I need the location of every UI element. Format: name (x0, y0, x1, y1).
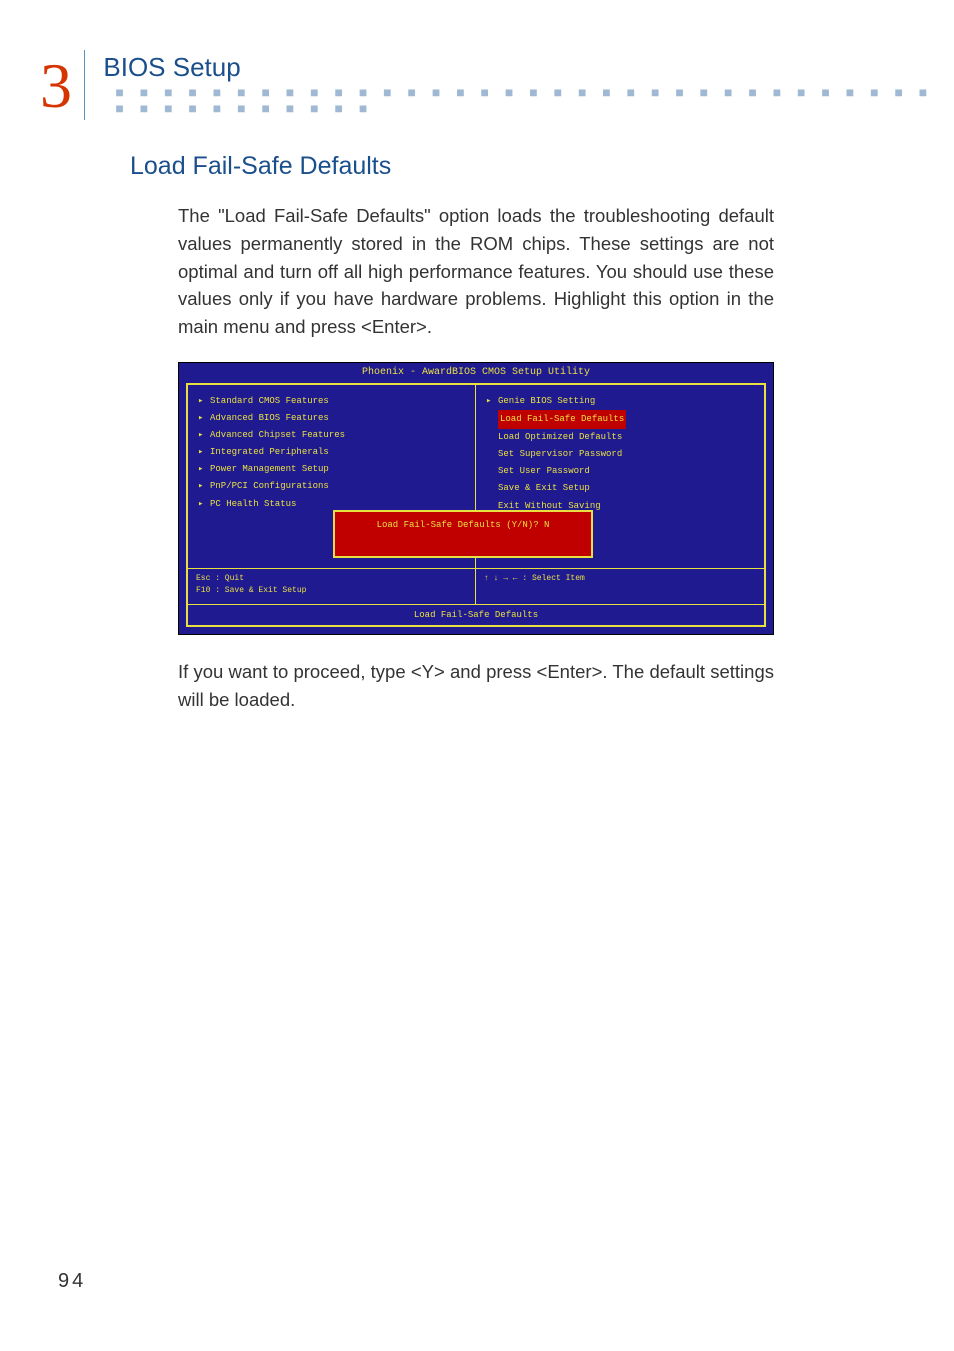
menu-item-label: PC Health Status (210, 499, 296, 509)
menu-item: ▸PnP/PCI Configurations (198, 478, 465, 495)
paragraph-intro: The "Load Fail-Safe Defaults" option loa… (178, 202, 774, 341)
arrow-icon: ▸ (198, 496, 210, 513)
chapter-divider (84, 50, 85, 120)
menu-item-label: Advanced BIOS Features (210, 413, 329, 423)
menu-item-label: PnP/PCI Configurations (210, 481, 329, 491)
nav-right: ↑ ↓ → ← : Select Item (476, 569, 764, 604)
bios-inner-frame: ▸Standard CMOS Features ▸Advanced BIOS F… (186, 383, 766, 627)
menu-item-highlighted: Load Fail-Safe Defaults (486, 410, 754, 429)
menu-item: ▸Genie BIOS Setting (486, 393, 754, 410)
menu-item-label: Power Management Setup (210, 464, 329, 474)
bios-screenshot: Phoenix - AwardBIOS CMOS Setup Utility ▸… (178, 362, 774, 635)
arrow-icon: ▸ (198, 393, 210, 410)
menu-item-label: Integrated Peripherals (210, 447, 329, 457)
bios-menu-area: ▸Standard CMOS Features ▸Advanced BIOS F… (188, 385, 764, 568)
arrow-icon: ▸ (198, 410, 210, 427)
menu-item: Save & Exit Setup (486, 480, 754, 497)
paragraph-outro: If you want to proceed, type <Y> and pre… (178, 658, 774, 714)
bios-title-bar: Phoenix - AwardBIOS CMOS Setup Utility (179, 363, 773, 383)
nav-text: F10 : Save & Exit Setup (196, 585, 467, 597)
menu-item: ▸Power Management Setup (198, 461, 465, 478)
menu-item-label: Advanced Chipset Features (210, 430, 345, 440)
menu-item-label: Standard CMOS Features (210, 396, 329, 406)
chapter-number: 3 (40, 54, 84, 122)
menu-item: ▸Advanced BIOS Features (198, 410, 465, 427)
menu-item: ▸Advanced Chipset Features (198, 427, 465, 444)
confirm-dialog: Load Fail-Safe Defaults (Y/N)? N (333, 510, 593, 558)
menu-item-label: Genie BIOS Setting (498, 396, 595, 406)
section-title: Load Fail-Safe Defaults (130, 152, 391, 181)
arrow-icon: ▸ (198, 444, 210, 461)
menu-item-label: Load Fail-Safe Defaults (498, 410, 626, 429)
menu-item-label: Set Supervisor Password (498, 449, 622, 459)
bios-nav-bar: Esc : Quit F10 : Save & Exit Setup ↑ ↓ →… (188, 568, 764, 604)
menu-item-label: Load Optimized Defaults (498, 432, 622, 442)
menu-item: ▸Standard CMOS Features (198, 393, 465, 410)
arrow-icon: ▸ (198, 427, 210, 444)
chapter-title-text: BIOS Setup (103, 52, 240, 82)
arrow-icon: ▸ (198, 478, 210, 495)
chapter-header: 3 BIOS Setup ■ ■ ■ ■ ■ ■ ■ ■ ■ ■ ■ ■ ■ ■… (40, 50, 954, 122)
menu-item: Set Supervisor Password (486, 446, 754, 463)
dialog-text: Load Fail-Safe Defaults (Y/N)? N (335, 520, 591, 530)
arrow-icon: ▸ (198, 461, 210, 478)
dotted-rule: ■ ■ ■ ■ ■ ■ ■ ■ ■ ■ ■ ■ ■ ■ ■ ■ ■ ■ ■ ■ … (115, 84, 954, 116)
menu-item: Load Optimized Defaults (486, 429, 754, 446)
menu-item-label: Save & Exit Setup (498, 483, 590, 493)
nav-text: ↑ ↓ → ← : Select Item (484, 573, 756, 585)
nav-text: Esc : Quit (196, 573, 467, 585)
arrow-icon: ▸ (486, 393, 498, 410)
menu-item: ▸Integrated Peripherals (198, 444, 465, 461)
menu-item: Set User Password (486, 463, 754, 480)
menu-item-label: Set User Password (498, 466, 590, 476)
page-number: 94 (58, 1270, 86, 1293)
chapter-title: BIOS Setup ■ ■ ■ ■ ■ ■ ■ ■ ■ ■ ■ ■ ■ ■ ■… (103, 52, 954, 122)
bios-footer: Load Fail-Safe Defaults (188, 604, 764, 625)
nav-left: Esc : Quit F10 : Save & Exit Setup (188, 569, 476, 604)
